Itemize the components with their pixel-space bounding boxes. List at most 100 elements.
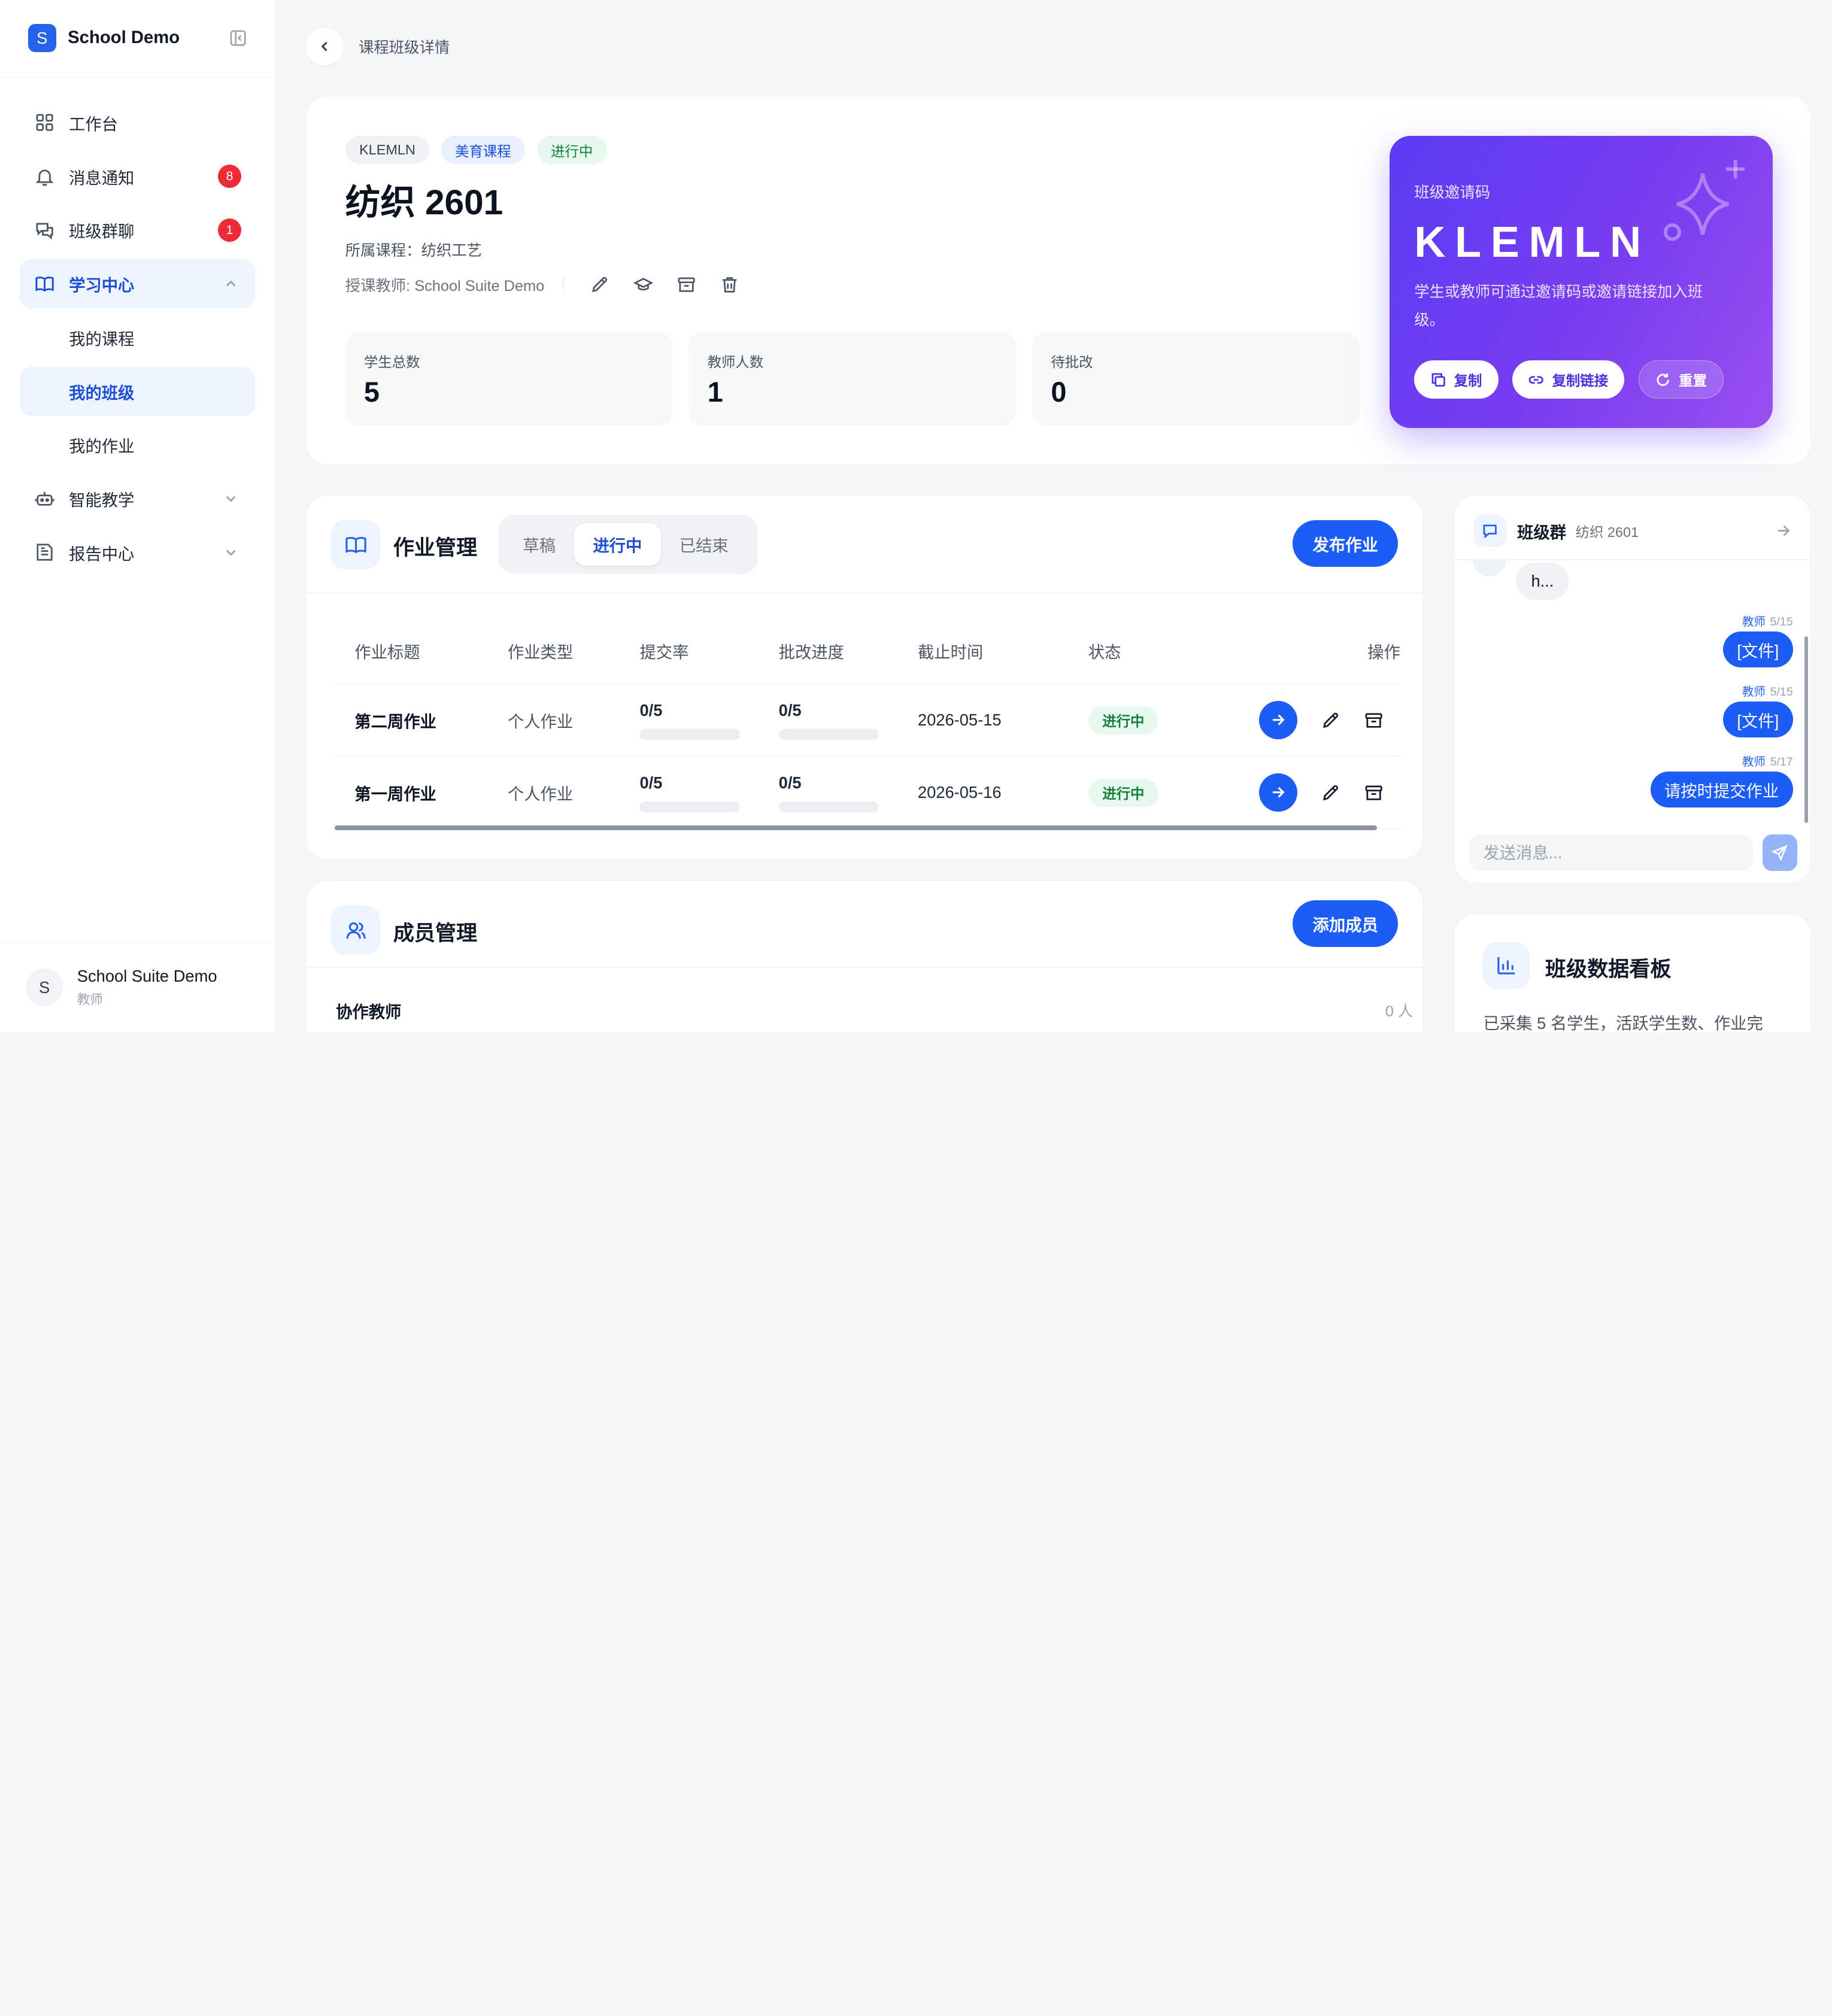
sidebar-item-workbench[interactable]: 工作台 [20,98,255,147]
publish-homework-button[interactable]: 发布作业 [1293,520,1398,567]
course-name: 所属课程：纺织工艺 [345,242,482,260]
sidebar-item-label: 班级群聊 [69,222,135,241]
course-category-tag: 美育课程 [441,136,526,165]
chat-header[interactable]: 班级群 纺织 2601 [1473,514,1792,548]
sidebar-item-label: 学习中心 [69,276,135,295]
book-icon [331,520,381,570]
actions-cell [1197,756,1400,830]
message-date: 5/17 [1770,755,1793,769]
stat-label: 学生总数 [363,354,420,371]
brand-name: School Demo [68,28,180,48]
class-overview-card: KLEMLN 美育课程 进行中 纺织 2601 所属课程：纺织工艺 授课教师: … [306,96,1811,465]
brand-logo: S [28,24,56,53]
outgoing-message[interactable]: [文件] [1722,701,1793,738]
breadcrumb: 课程班级详情 [359,40,450,57]
grid-icon [34,112,55,133]
report-icon [34,542,55,563]
edit-icon[interactable] [1321,711,1340,730]
homework-title[interactable]: 第一周作业 [335,756,488,830]
bell-icon [34,166,55,187]
grade-progress: 0/5 [778,773,802,792]
class-tags: KLEMLN 美育课程 进行中 [345,136,607,165]
submit-rate-cell: 0/5 [620,684,759,757]
notification-badge: 8 [217,165,241,189]
add-member-button[interactable]: 添加成员 [1293,900,1398,947]
send-button[interactable] [1762,834,1798,871]
graduation-cap-icon[interactable] [633,275,653,294]
message-meta: 教师 5/15 [1742,612,1793,629]
column-header: 作业标题 [335,617,488,685]
sidebar-item-smart-teaching[interactable]: 智能教学 [20,474,255,523]
stat-label: 待批改 [1051,354,1093,371]
edit-icon[interactable] [590,275,609,294]
users-icon [331,906,381,955]
app-root: S School Demo 工作台 消息通知 8 班级群聊 1 学习中心 我的课… [0,0,1832,1033]
sidebar-item-my-classes[interactable]: 我的班级 [20,366,256,416]
co-teachers-count: 0 人 [1385,1003,1414,1020]
horizontal-scrollbar[interactable] [335,825,1377,830]
trash-icon[interactable] [720,275,739,294]
column-header: 批改进度 [759,617,898,685]
user-role: 教师 [77,992,103,1007]
back-button[interactable] [306,28,344,66]
archive-icon[interactable] [1364,711,1384,730]
refresh-icon [1655,372,1670,387]
reset-code-button[interactable]: 重置 [1638,360,1724,399]
sidebar-item-my-courses[interactable]: 我的课程 [20,313,255,362]
open-homework-button[interactable] [1258,773,1298,812]
sidebar-collapse-icon[interactable] [229,29,247,47]
outgoing-message[interactable]: [文件] [1722,631,1793,668]
dashboard-description: 已采集 5 名学生，活跃学生数、作业完 [1483,1014,1763,1033]
grade-progress-bar [778,801,879,812]
sidebar-item-my-homework[interactable]: 我的作业 [20,420,255,469]
chat-icon [34,220,55,241]
submit-progress-bar [639,801,741,812]
message-date: 5/15 [1770,615,1793,629]
archive-icon[interactable] [1364,783,1384,803]
deadline: 2026-05-15 [897,684,1069,757]
sidebar-nav: 工作台 消息通知 8 班级群聊 1 学习中心 我的课程 我的班级 我的作业 智能… [0,77,275,603]
tab-in-progress[interactable]: 进行中 [574,523,661,566]
sidebar-item-notifications[interactable]: 消息通知 8 [20,152,255,201]
sidebar-item-learning-center[interactable]: 学习中心 [20,259,256,309]
class-dashboard-card: 班级数据看板 已采集 5 名学生，活跃学生数、作业完 [1453,913,1811,1033]
vertical-scrollbar[interactable] [1804,636,1808,823]
status-cell: 进行中 [1068,756,1197,830]
stat-value: 1 [707,377,723,408]
section-title: 班级数据看板 [1545,958,1672,982]
deadline: 2026-05-16 [897,756,1069,830]
divider [307,966,1424,968]
tab-draft[interactable]: 草稿 [504,523,574,565]
homework-title[interactable]: 第二周作业 [335,684,488,757]
status-badge: 进行中 [536,136,607,165]
chat-messages[interactable]: h... 教师 5/15 [文件] 教师 5/15 [文件] 教师 5/17 请按时提… [1454,560,1804,829]
archive-icon[interactable] [677,275,696,294]
open-homework-button[interactable] [1258,700,1298,740]
arrow-right-icon[interactable] [1775,523,1791,539]
copy-icon [1431,372,1446,387]
message-sender: 教师 [1742,755,1766,769]
chevron-up-icon [223,275,239,292]
sidebar-item-report-center[interactable]: 报告中心 [20,528,255,577]
chevron-down-icon [223,544,239,560]
tab-ended[interactable]: 已结束 [661,523,747,565]
co-teachers-label: 协作教师 [336,1002,402,1021]
send-icon [1772,845,1788,861]
button-label: 复制 [1454,373,1482,389]
message-input[interactable] [1469,834,1754,871]
bar-chart-icon [1483,942,1530,989]
current-user[interactable]: S School Suite Demo 教师 [0,941,275,1033]
table-row[interactable]: 第一周作业 个人作业 0/5 0/5 2026-05-16 进行中 [335,756,1400,830]
sidebar-item-label: 消息通知 [69,168,135,187]
teacher-name: 授课教师: School Suite Demo [345,277,545,294]
table-row[interactable]: 第二周作业 个人作业 0/5 0/5 2026-05-15 进行中 [335,684,1400,757]
divider [307,593,1422,594]
chat-badge: 1 [217,218,241,242]
stat-teachers: 教师人数 1 [688,332,1016,426]
copy-link-button[interactable]: 复制链接 [1512,360,1625,399]
sidebar-item-class-chat[interactable]: 班级群聊 1 [20,205,255,254]
column-header: 提交率 [620,617,759,685]
copy-code-button[interactable]: 复制 [1414,360,1499,399]
invite-code: KLEMLN [1414,218,1651,266]
edit-icon[interactable] [1321,783,1340,803]
